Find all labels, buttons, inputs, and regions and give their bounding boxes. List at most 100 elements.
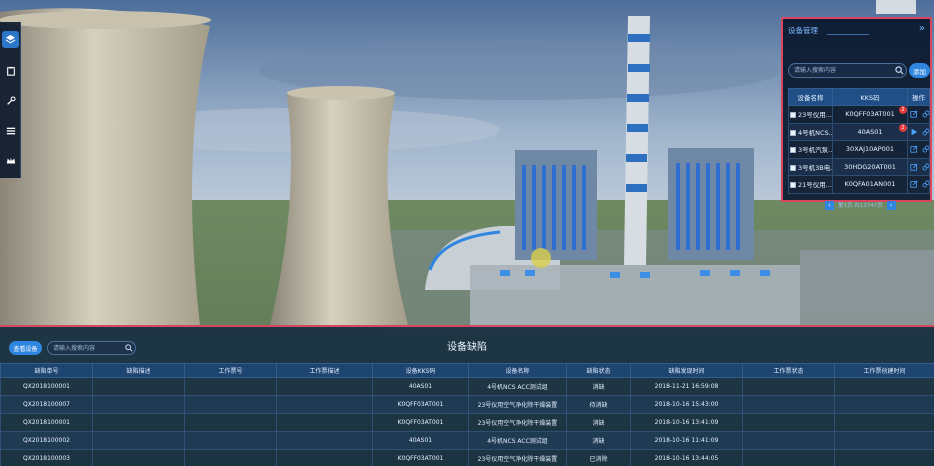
device-search-input[interactable] — [788, 63, 907, 78]
device-name-cell[interactable]: 4号机NCS... — [788, 122, 833, 141]
defect-status: 待消缺 — [566, 395, 631, 414]
link-icon[interactable] — [922, 163, 929, 171]
link-icon[interactable] — [922, 128, 929, 136]
device-name-cell[interactable]: 23号仪用... — [788, 105, 833, 124]
add-device-button[interactable]: 添加 — [909, 63, 930, 78]
defects-table-header: 缺陷单号 缺陷描述 工作票号 工作票描述 设备KKS码 设备名称 缺陷状态 缺陷… — [0, 363, 934, 378]
device-name: 21号仪用... — [798, 181, 832, 190]
ticket-desc — [276, 395, 373, 414]
kks-code: K0QFA01AN001 — [844, 180, 896, 189]
found-time: 2018-10-16 13:41:09 — [630, 413, 743, 432]
col-ticket-desc[interactable]: 工作票描述 — [276, 363, 373, 378]
col-ticket-no[interactable]: 工作票号 — [184, 363, 277, 378]
view-device-button[interactable]: 查看设备 — [9, 341, 42, 355]
edit-icon[interactable] — [910, 180, 918, 188]
device-kks: K0QFF03AT001 — [372, 449, 469, 466]
device-row[interactable]: 23号仪用... K0QFF03AT001 2 — [788, 105, 930, 124]
kks-code: 40AS01 — [857, 127, 883, 136]
row-checkbox[interactable] — [790, 147, 796, 154]
kks-code: 30HDG20AT001 — [844, 162, 896, 171]
col-device-kks[interactable]: 设备KKS码 — [372, 363, 469, 378]
row-checkbox[interactable] — [790, 164, 796, 171]
device-name: 23号仪用空气净化除干燥装置 — [468, 413, 567, 432]
link-icon[interactable] — [922, 145, 929, 153]
col-device-name[interactable]: 设备名称 — [788, 88, 833, 106]
ticket-status — [742, 395, 835, 414]
edit-icon[interactable] — [910, 110, 918, 118]
col-defect-desc[interactable]: 缺陷描述 — [92, 363, 185, 378]
ticket-status — [742, 449, 835, 466]
operation-cell — [907, 105, 930, 124]
defect-row[interactable]: QX2018100001 40AS01 4号机NCS ACC测试组 消缺 201… — [0, 377, 934, 396]
col-ticket-status[interactable]: 工作票状态 — [742, 363, 835, 378]
collapse-double-chevron-icon[interactable]: » — [919, 23, 925, 34]
col-found-time[interactable]: 缺陷发现时间 — [630, 363, 743, 378]
ticket-no — [184, 377, 277, 396]
found-time: 2018-10-16 11:41:09 — [630, 431, 743, 450]
device-row[interactable]: 3号机汽泵... 30XAJ10AP001 — [788, 140, 930, 159]
device-name: 23号仪用空气净化除干燥装置 — [468, 449, 567, 466]
ticket-created — [834, 377, 934, 396]
page-info: 第1页 共13747页 — [838, 203, 883, 209]
defect-no: QX2018100002 — [0, 431, 93, 450]
next-page-icon[interactable]: › — [886, 200, 896, 210]
layers-icon[interactable] — [2, 31, 19, 48]
link-icon[interactable] — [922, 180, 929, 188]
col-defect-status[interactable]: 缺陷状态 — [566, 363, 631, 378]
row-checkbox[interactable] — [790, 112, 796, 119]
crown-icon[interactable] — [2, 152, 19, 169]
search-icon[interactable] — [125, 344, 133, 352]
defect-row[interactable]: QX2018100002 40AS01 4号机NCS ACC测试组 消缺 201… — [0, 431, 934, 450]
defect-row[interactable]: QX2018100007 K0QFF03AT001 23号仪用空气净化除干燥装置… — [0, 395, 934, 414]
defect-status: 消缺 — [566, 377, 631, 396]
defect-desc — [92, 377, 185, 396]
col-device-name[interactable]: 设备名称 — [468, 363, 567, 378]
device-row[interactable]: 4号机NCS... 40AS01 2 — [788, 122, 930, 141]
edit-icon[interactable] — [910, 163, 918, 171]
operation-cell — [907, 157, 930, 176]
device-row[interactable]: 3号机3B电... 30HDG20AT001 — [788, 157, 930, 176]
ticket-desc — [276, 449, 373, 466]
device-row[interactable]: 21号仪用... K0QFA01AN001 — [788, 175, 930, 194]
device-name: 23号仪用... — [798, 111, 832, 120]
operation-cell — [907, 140, 930, 159]
kks-cell: 40AS01 2 — [832, 122, 908, 141]
col-ticket-created[interactable]: 工作票创建时间 — [834, 363, 934, 378]
device-name-cell[interactable]: 3号机3B电... — [788, 157, 833, 176]
device-management-panel: 设备管理 » 添加 设备名称 KKS码 操作 23号仪用... K0QFF03A… — [781, 17, 932, 210]
device-name: 23号仪用空气净化除干燥装置 — [468, 395, 567, 414]
device-defects-panel: 设备缺陷 查看设备 缺陷单号 缺陷描述 工作票号 工作票描述 设备KKS码 设备… — [0, 325, 934, 466]
play-icon[interactable] — [910, 128, 918, 136]
row-checkbox[interactable] — [790, 129, 796, 136]
device-name-cell[interactable]: 3号机汽泵... — [788, 140, 833, 159]
clipboard-icon[interactable] — [2, 62, 19, 79]
device-kks: 40AS01 — [372, 377, 469, 396]
row-checkbox[interactable] — [790, 182, 796, 189]
device-name: 3号机3B电... — [798, 163, 833, 172]
ticket-status — [742, 377, 835, 396]
ticket-status — [742, 413, 835, 432]
ticket-no — [184, 395, 277, 414]
defect-row[interactable]: QX2018100003 K0QFF03AT001 23号仪用空气净化除干燥装置… — [0, 449, 934, 466]
defect-status: 已消除 — [566, 449, 631, 466]
defect-no: QX2018100003 — [0, 449, 93, 466]
device-name-cell[interactable]: 21号仪用... — [788, 175, 833, 194]
defect-search-input[interactable] — [47, 341, 136, 355]
col-defect-no[interactable]: 缺陷单号 — [0, 363, 93, 378]
edit-icon[interactable] — [910, 145, 918, 153]
device-panel-title: 设备管理 — [788, 26, 818, 35]
search-icon[interactable] — [895, 66, 904, 75]
wrench-icon[interactable] — [2, 92, 19, 109]
kks-cell: 30HDG20AT001 — [832, 157, 908, 176]
list-icon[interactable] — [2, 122, 19, 139]
defect-desc — [92, 431, 185, 450]
defect-desc — [92, 449, 185, 466]
link-icon[interactable] — [922, 110, 929, 118]
device-name: 4号机NCS ACC测试组 — [468, 431, 567, 450]
prev-page-icon[interactable]: ‹ — [825, 200, 834, 210]
device-kks: K0QFF03AT001 — [372, 395, 469, 414]
device-table: 设备名称 KKS码 操作 23号仪用... K0QFF03AT001 2 4号机N… — [788, 88, 930, 194]
col-kks[interactable]: KKS码 — [832, 88, 908, 106]
defect-row[interactable]: QX2018100001 K0QFF03AT001 23号仪用空气净化除干燥装置… — [0, 413, 934, 432]
operation-cell — [907, 122, 930, 141]
